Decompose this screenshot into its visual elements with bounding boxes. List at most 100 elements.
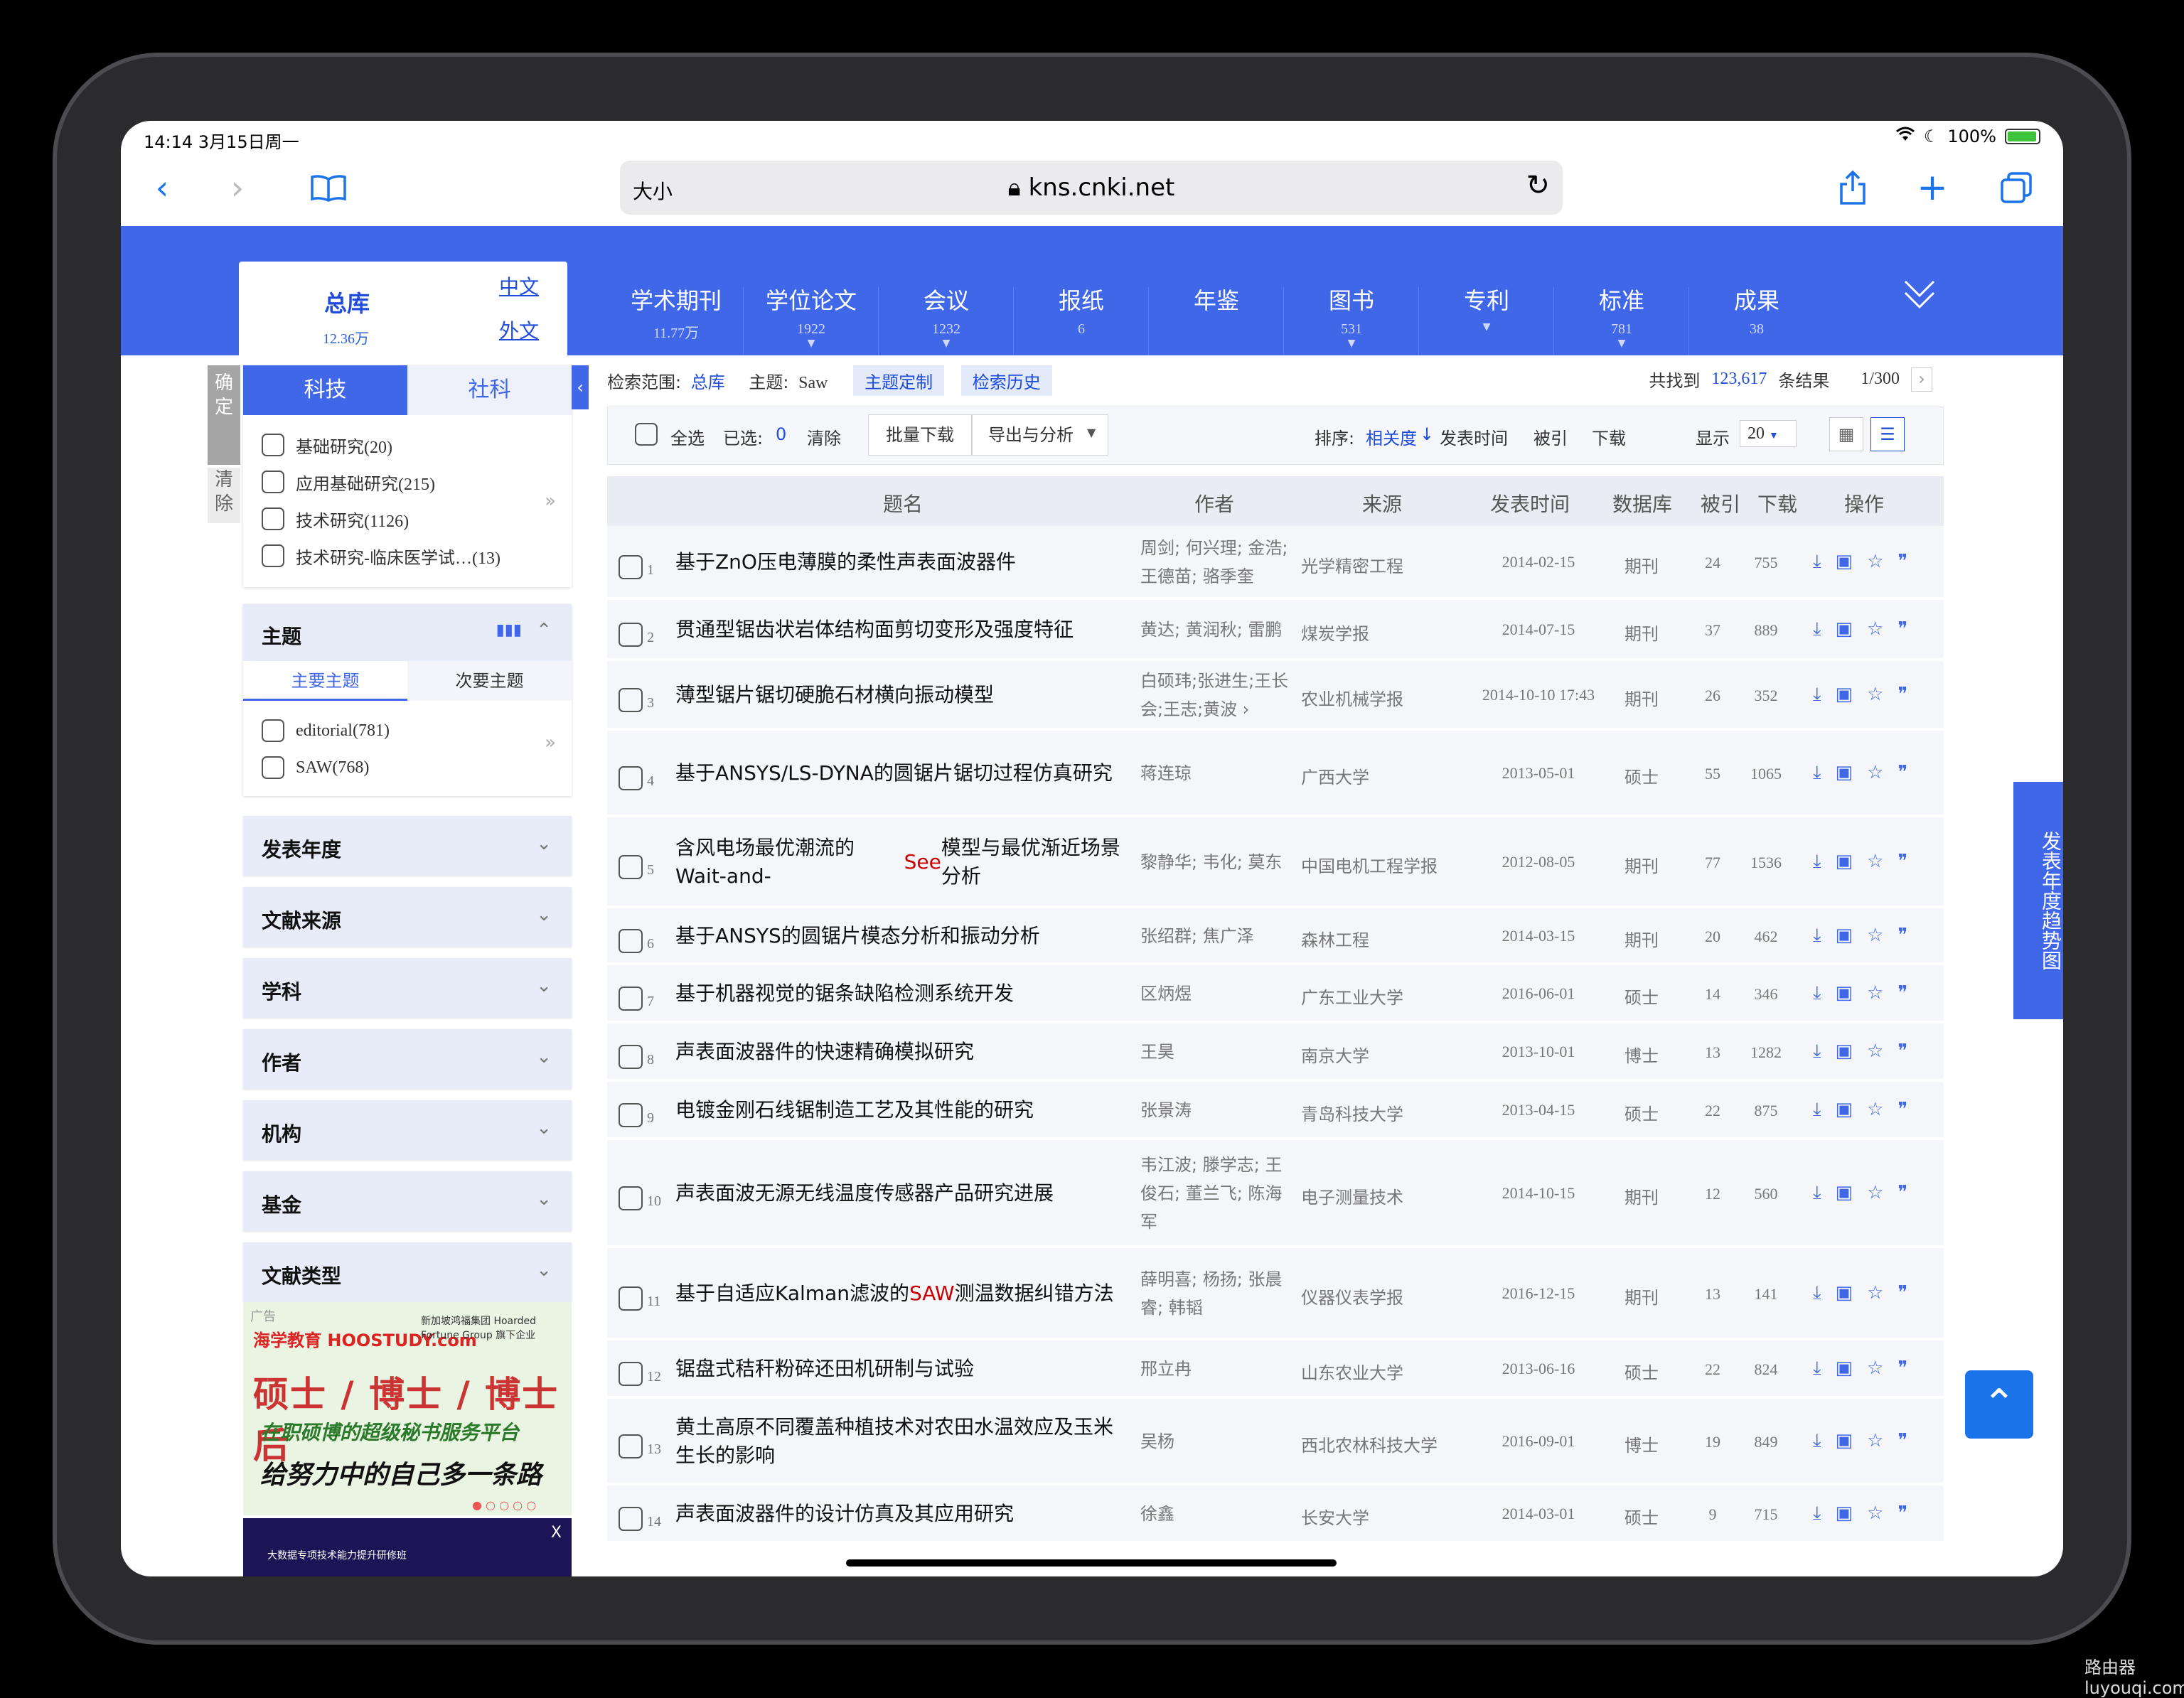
table-row[interactable]: 1 基于ZnO压电薄膜的柔性声表面波器件 周剑; 何兴理; 金浩; 王德苗; 骆季奎… bbox=[607, 526, 1944, 598]
read-html-icon[interactable]: ▣ bbox=[1836, 684, 1853, 706]
share-icon[interactable] bbox=[1831, 166, 1874, 209]
row-checkbox[interactable] bbox=[619, 555, 643, 579]
result-author[interactable]: 区炳煜 bbox=[1140, 965, 1290, 1022]
result-author[interactable]: 黄达; 黄润秋; 雷鹏 bbox=[1140, 600, 1290, 660]
result-source[interactable]: 农业机械学报 bbox=[1301, 685, 1472, 710]
download-icon[interactable]: ⤓ bbox=[1813, 1430, 1821, 1452]
result-title-link[interactable]: 声表面波无源无线温度传感器产品研究进展 bbox=[675, 1140, 1123, 1247]
tab-main-topic[interactable]: 主要主题 bbox=[243, 661, 407, 701]
result-source[interactable]: 广东工业大学 bbox=[1301, 984, 1472, 1009]
category-books[interactable]: 图书 531 ▼ bbox=[1284, 283, 1419, 349]
result-source[interactable]: 西北农林科技大学 bbox=[1301, 1431, 1472, 1456]
result-source[interactable]: 南京大学 bbox=[1301, 1042, 1472, 1067]
category-conferences[interactable]: 会议 1232 ▼ bbox=[879, 283, 1014, 349]
row-checkbox[interactable] bbox=[619, 1507, 643, 1531]
result-author[interactable]: 蒋连琼 bbox=[1140, 731, 1290, 816]
row-checkbox[interactable] bbox=[619, 1434, 643, 1458]
result-title-link[interactable]: 锯盘式秸秆粉碎还田机研制与试验 bbox=[675, 1340, 1123, 1397]
result-title-link[interactable]: 电镀金刚石线锯制造工艺及其性能的研究 bbox=[675, 1082, 1123, 1139]
level-item[interactable]: 基础研究(20) bbox=[262, 426, 553, 463]
result-title-link[interactable]: 基于ANSYS的圆锯片模态分析和振动分析 bbox=[675, 908, 1123, 964]
result-source[interactable]: 青岛科技大学 bbox=[1301, 1100, 1472, 1125]
batch-download-button[interactable]: 批量下载 bbox=[868, 414, 972, 456]
facet-year[interactable]: 发表年度 ⌄ bbox=[243, 816, 572, 876]
search-history-button[interactable]: 检索历史 bbox=[960, 365, 1052, 396]
result-cited-count[interactable]: 37 bbox=[1688, 621, 1738, 640]
result-cited-count[interactable]: 12 bbox=[1688, 1185, 1738, 1203]
topic-item[interactable]: SAW(768) bbox=[262, 749, 553, 786]
select-all-label[interactable]: 全选 bbox=[670, 424, 705, 449]
expand-categories-icon[interactable] bbox=[1902, 276, 1937, 321]
cite-icon[interactable]: ❞ bbox=[1897, 851, 1907, 873]
read-html-icon[interactable]: ▣ bbox=[1836, 762, 1853, 784]
more-arrow-icon[interactable]: » bbox=[545, 732, 556, 753]
chevron-up-icon[interactable]: ⌃ bbox=[536, 620, 552, 641]
favorite-icon[interactable]: ☆ bbox=[1867, 762, 1883, 784]
read-html-icon[interactable]: ▣ bbox=[1836, 1041, 1853, 1063]
row-checkbox[interactable] bbox=[619, 1045, 643, 1069]
read-html-icon[interactable]: ▣ bbox=[1836, 1182, 1853, 1204]
result-cited-count[interactable]: 77 bbox=[1688, 854, 1738, 872]
total-library-tab[interactable]: 总库 12.36万 中文 外文 bbox=[239, 262, 567, 358]
ad-banner-2[interactable]: 大数据专项技术能力提升研修班 X bbox=[243, 1518, 572, 1576]
result-source[interactable]: 长安大学 bbox=[1301, 1504, 1472, 1529]
favorite-icon[interactable]: ☆ bbox=[1867, 851, 1883, 873]
header-source[interactable]: 来源 bbox=[1362, 489, 1402, 517]
cite-icon[interactable]: ❞ bbox=[1897, 684, 1907, 706]
result-title-link[interactable]: 基于机器视觉的锯条缺陷检测系统开发 bbox=[675, 965, 1123, 1022]
grid-view-icon[interactable]: ▦ bbox=[1829, 417, 1863, 451]
result-cited-count[interactable]: 14 bbox=[1688, 985, 1738, 1004]
category-patents[interactable]: 专利 ▼ bbox=[1419, 283, 1554, 333]
download-icon[interactable]: ⤓ bbox=[1813, 618, 1821, 640]
result-cited-count[interactable]: 9 bbox=[1688, 1505, 1738, 1524]
result-author[interactable]: 薛明喜; 杨扬; 张晨睿; 韩韬 bbox=[1140, 1248, 1290, 1339]
favorite-icon[interactable]: ☆ bbox=[1867, 1282, 1883, 1304]
result-cited-count[interactable]: 13 bbox=[1688, 1043, 1738, 1062]
read-html-icon[interactable]: ▣ bbox=[1836, 1358, 1853, 1380]
result-title-link[interactable]: 黄土高原不同覆盖种植技术对农田水温效应及玉米生长的影响 bbox=[675, 1399, 1123, 1484]
table-row[interactable]: 14 声表面波器件的设计仿真及其应用研究 徐鑫 长安大学 2014-03-01 硕士 9 71… bbox=[607, 1485, 1944, 1542]
result-author[interactable]: 徐鑫 bbox=[1140, 1485, 1290, 1542]
row-checkbox[interactable] bbox=[619, 1286, 643, 1311]
favorite-icon[interactable]: ☆ bbox=[1867, 551, 1883, 573]
sort-time[interactable]: 发表时间 bbox=[1440, 424, 1508, 449]
clear-selection[interactable]: 清除 bbox=[807, 424, 841, 449]
row-checkbox[interactable] bbox=[619, 855, 643, 879]
download-icon[interactable]: ⤓ bbox=[1813, 684, 1821, 706]
result-author[interactable]: 周剑; 何兴理; 金浩; 王德苗; 骆季奎 bbox=[1140, 526, 1290, 598]
row-checkbox[interactable] bbox=[619, 688, 643, 712]
download-icon[interactable]: ⤓ bbox=[1813, 551, 1821, 573]
read-html-icon[interactable]: ▣ bbox=[1836, 925, 1853, 947]
checkbox[interactable] bbox=[262, 544, 284, 567]
table-row[interactable]: 6 基于ANSYS的圆锯片模态分析和振动分析 张绍群; 焦广泽 森林工程 2014-03… bbox=[607, 908, 1944, 964]
bar-chart-icon[interactable]: ▮▮▮ bbox=[496, 621, 522, 639]
confirm-button[interactable]: 确定 bbox=[208, 365, 240, 465]
favorite-icon[interactable]: ☆ bbox=[1867, 1041, 1883, 1063]
result-title-link[interactable]: 基于ANSYS/LS-DYNA的圆锯片锯切过程仿真研究 bbox=[675, 731, 1123, 816]
level-item[interactable]: 技术研究-临床医学试…(13) bbox=[262, 537, 553, 574]
result-source[interactable]: 广西大学 bbox=[1301, 763, 1472, 788]
favorite-icon[interactable]: ☆ bbox=[1867, 618, 1883, 640]
result-cited-count[interactable]: 55 bbox=[1688, 765, 1738, 783]
header-database[interactable]: 数据库 bbox=[1612, 489, 1672, 517]
result-source[interactable]: 电子测量技术 bbox=[1301, 1183, 1472, 1208]
download-icon[interactable]: ⤓ bbox=[1813, 925, 1821, 947]
header-date[interactable]: 发表时间 bbox=[1490, 489, 1570, 517]
cite-icon[interactable]: ❞ bbox=[1897, 1041, 1907, 1063]
collapse-sidebar-icon[interactable]: ‹ bbox=[572, 365, 589, 409]
category-yearbooks[interactable]: 年鉴 bbox=[1149, 283, 1284, 331]
result-author[interactable]: 张绍群; 焦广泽 bbox=[1140, 908, 1290, 964]
cite-icon[interactable]: ❞ bbox=[1897, 1503, 1907, 1525]
checkbox[interactable] bbox=[262, 471, 284, 493]
tabs-overview-icon[interactable] bbox=[1995, 166, 2038, 209]
category-journals[interactable]: 学术期刊 11.77万 bbox=[609, 283, 744, 352]
table-row[interactable]: 8 声表面波器件的快速精确模拟研究 王昊 南京大学 2013-10-01 博士 13 1282… bbox=[607, 1023, 1944, 1080]
header-cited[interactable]: 被引 bbox=[1701, 489, 1740, 517]
facet-doc-type[interactable]: 文献类型 ⌄ bbox=[243, 1242, 572, 1302]
result-author[interactable]: 吴杨 bbox=[1140, 1399, 1290, 1484]
cite-icon[interactable]: ❞ bbox=[1897, 762, 1907, 784]
favorite-icon[interactable]: ☆ bbox=[1867, 1358, 1883, 1380]
reload-icon[interactable]: ↻ bbox=[1526, 169, 1550, 202]
favorite-icon[interactable]: ☆ bbox=[1867, 1503, 1883, 1525]
sort-relevance[interactable]: 相关度 bbox=[1366, 424, 1417, 449]
